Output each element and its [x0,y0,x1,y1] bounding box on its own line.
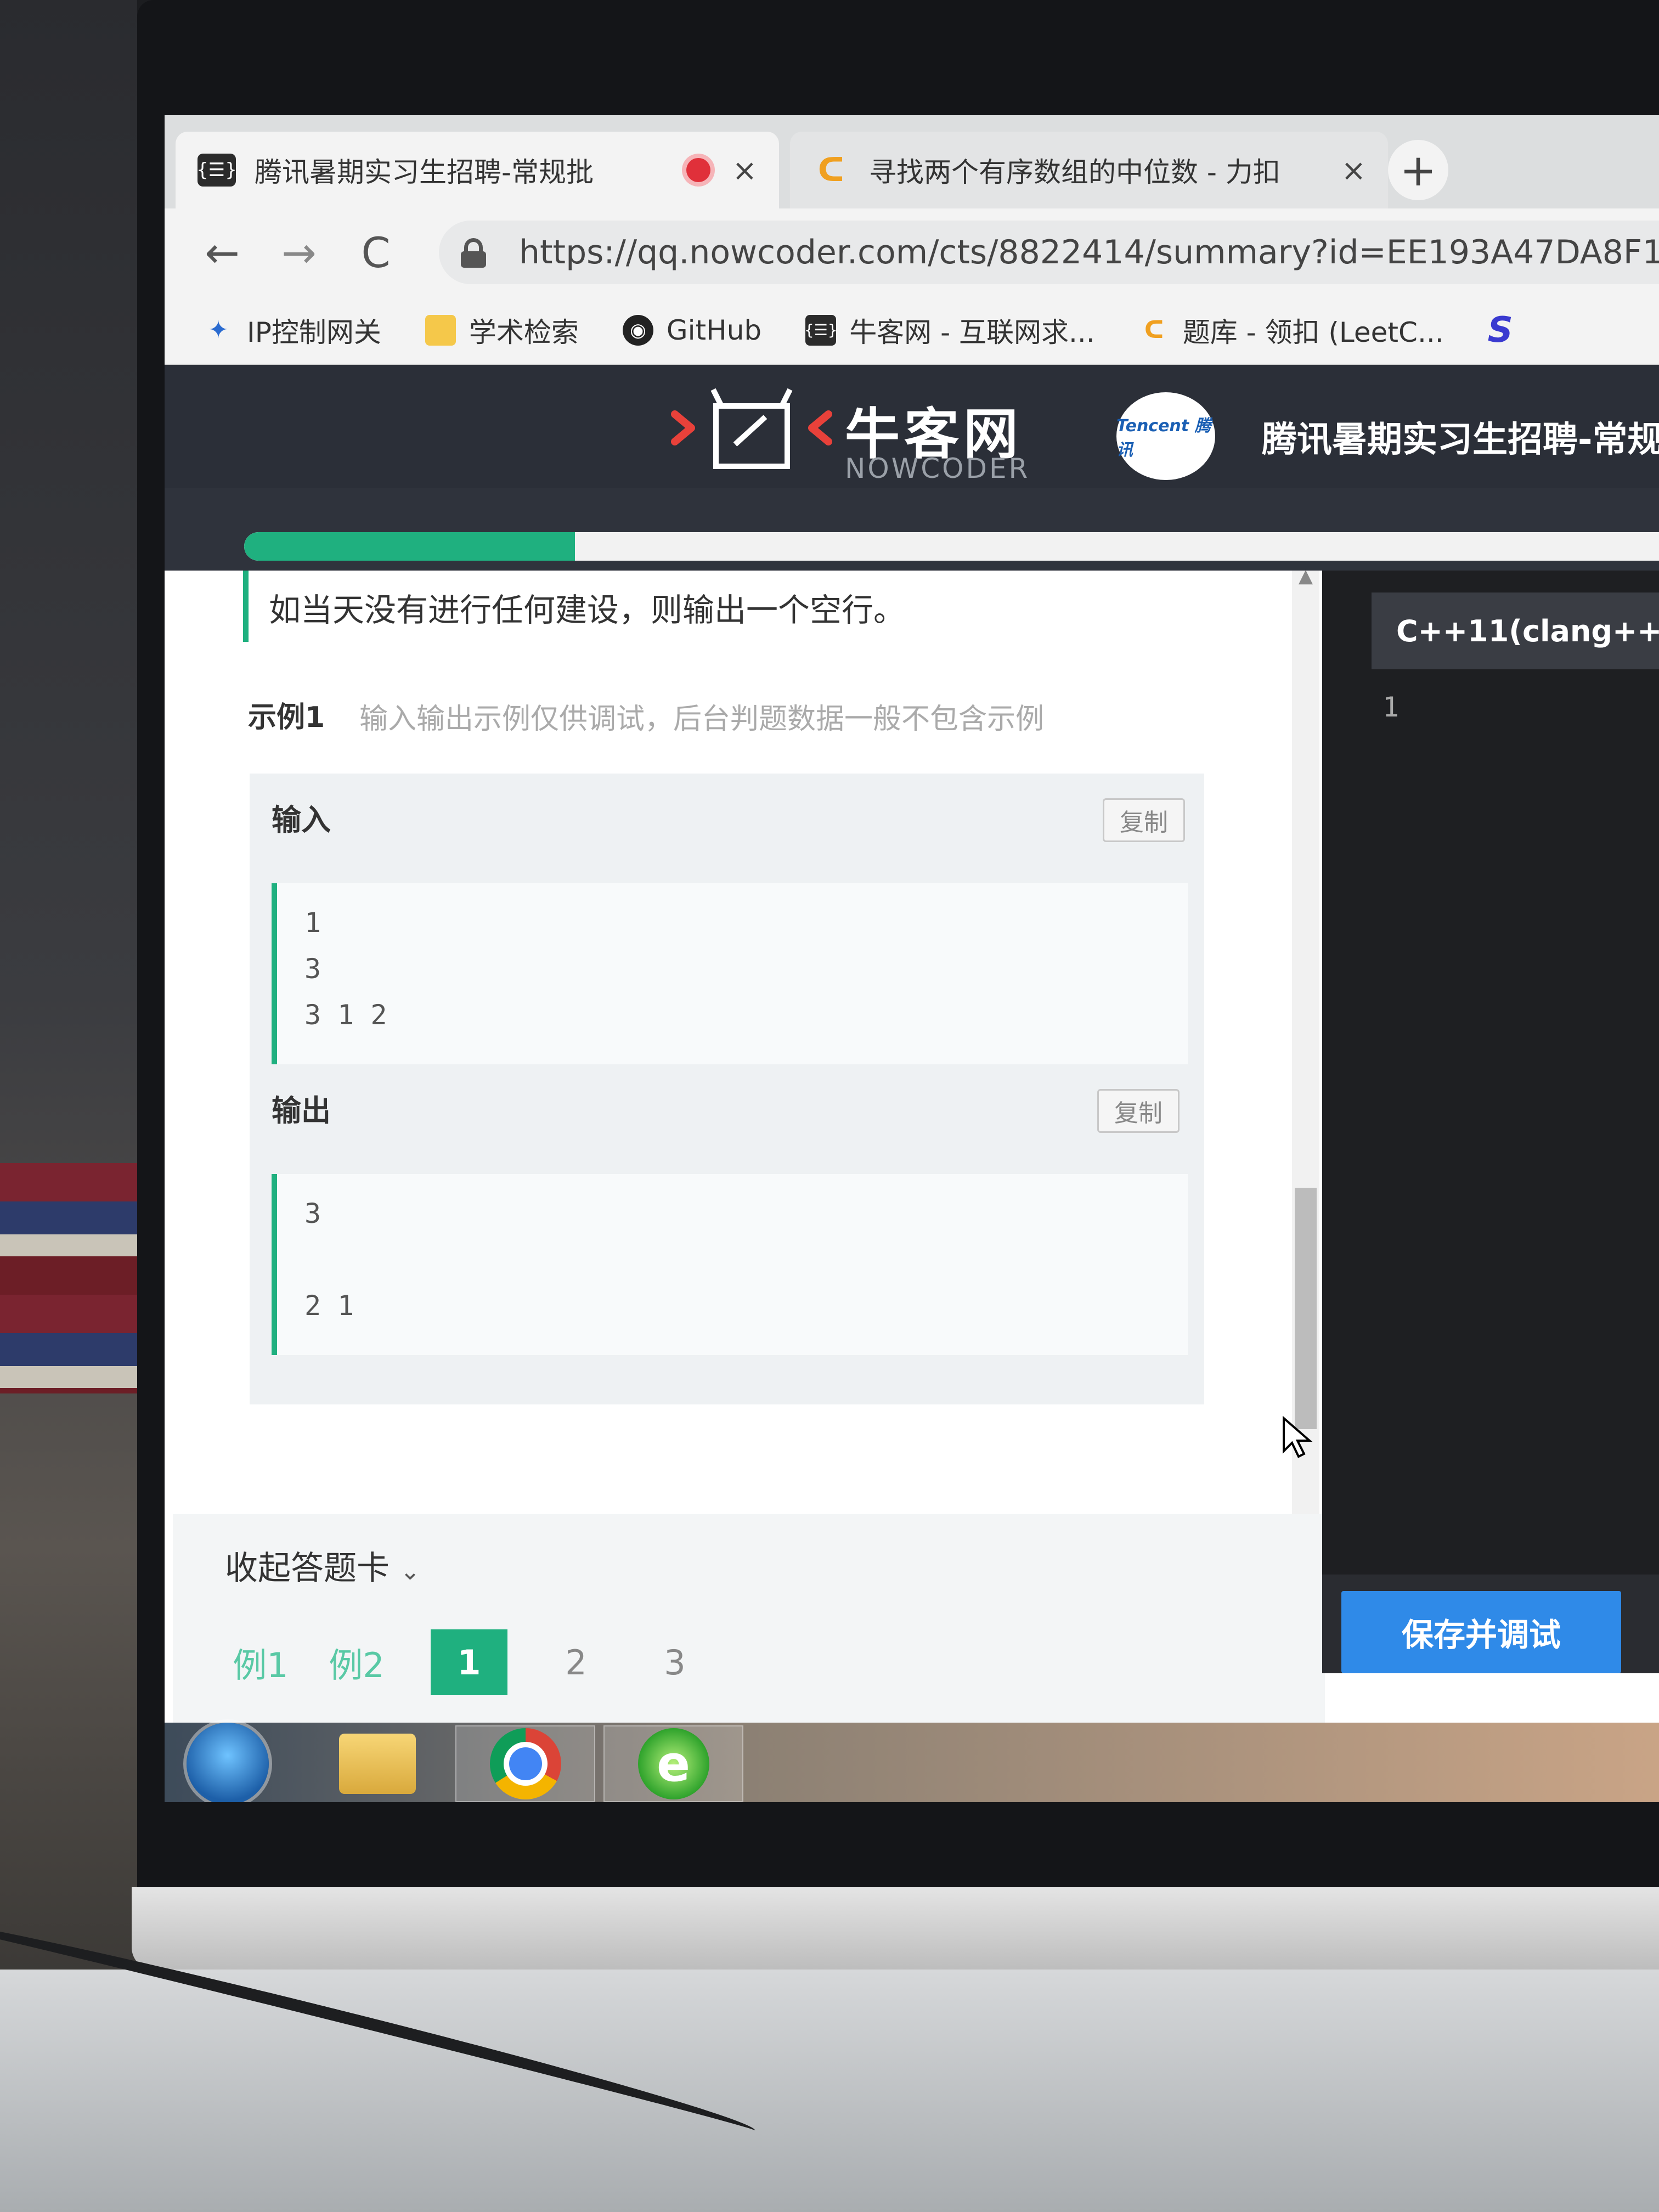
input-code-block: 1 3 3 1 2 [272,883,1188,1064]
forward-icon[interactable]: → [274,228,324,277]
save-and-debug-button[interactable]: 保存并调试 [1341,1591,1621,1673]
bookmark-label: 题库 - 领扣 (LeetC... [1182,316,1444,348]
background-wall [0,0,137,2212]
tab-leetcode[interactable]: ᑕ 寻找两个有序数组的中位数 - 力扣 × [790,132,1388,208]
browser-e-icon: e [637,1728,709,1799]
output-code-block: 3 2 1 [272,1174,1188,1355]
leetcode-icon: ᑕ [817,151,845,189]
bookmark-label: 学术检索 [469,316,579,348]
tab-title: 寻找两个有序数组的中位数 - 力扣 [869,156,1280,188]
scrollbar-thumb[interactable] [1295,1188,1317,1429]
exam-title: 腾讯暑期实习生招聘-常规批 [1262,420,1659,460]
recording-icon [686,158,710,182]
screen: {☰} 腾讯暑期实习生招聘-常规批 × ᑕ 寻找两个有序数组的中位数 - 力扣 … [165,115,1659,1802]
tab-title: 腾讯暑期实习生招聘-常规批 [255,156,594,188]
input-line: 1 [304,907,321,939]
header-divider [165,488,1659,521]
bookmark-academic-search[interactable]: 学术检索 [425,311,579,350]
mouse-cursor-icon [1281,1415,1314,1459]
taskbar-browser-360[interactable]: e [603,1725,743,1802]
code-editor-pane: C++11(clang++ 3.9) 1 保存并调试 [1322,571,1659,1673]
bookmark-leetcode[interactable]: ᑕ 题库 - 领扣 (LeetC... [1139,311,1444,350]
folder-icon [425,314,456,346]
bookmark-label: 牛客网 - 互联网求... [849,316,1095,348]
bookmarks-bar: ✦ IP控制网关 学术检索 ◉ GitHub {☰} 牛客网 - 互联网求...… [165,296,1659,365]
copy-output-button[interactable]: 复制 [1097,1089,1180,1133]
collapse-label: 收起答题卡 [225,1549,390,1588]
input-line: 3 1 2 [304,999,387,1031]
address-bar[interactable]: https://qq.nowcoder.com/cts/8822414/summ… [439,221,1659,284]
site-header: 牛客网 NOWCODER Tencent 腾讯 腾讯暑期实习生招聘-常规批 [165,365,1659,488]
output-line: 2 1 [304,1290,354,1322]
chrome-icon [489,1728,561,1799]
reload-icon[interactable]: C [351,228,400,277]
s-icon: S [1487,309,1513,351]
bookmark-github[interactable]: ◉ GitHub [622,314,762,346]
tab-nowcoder[interactable]: {☰} 腾讯暑期实习生招聘-常规批 × [176,132,779,208]
folder-icon [338,1734,416,1794]
taskbar-explorer[interactable] [307,1725,447,1802]
bookmark-label: IP控制网关 [247,316,381,348]
tencent-logo: Tencent 腾讯 [1116,392,1215,480]
github-icon: ◉ [622,314,653,346]
browser-toolbar: ← → C https://qq.nowcoder.com/cts/882241… [165,208,1659,296]
progress-area [165,521,1659,571]
language-select[interactable]: C++11(clang++ 3.9) [1372,592,1659,669]
input-label: 输入 [272,803,331,837]
monitor-base [132,1887,1659,1970]
windows-taskbar: e [165,1723,1659,1802]
url-text: https://qq.nowcoder.com/cts/8822414/summ… [519,233,1659,272]
collapse-answer-card-button[interactable]: 收起答题卡 ⌄ [225,1542,420,1589]
sample-io-box: 输入 复制 1 3 3 1 2 输出 复制 3 2 1 [250,774,1204,1404]
bookshelf [0,1163,137,1393]
problem-note: 如当天没有进行任何建设，则输出一个空行。 [269,591,906,629]
output-label: 输出 [272,1093,331,1128]
question-pane: 如当天没有进行任何建设，则输出一个空行。 示例1 输入输出示例仅供调试，后台判题… [173,565,1325,1723]
bookmark-ip-gateway[interactable]: ✦ IP控制网关 [203,311,381,350]
progress-fill [244,532,575,561]
example-title: 示例1 [248,701,325,734]
new-tab-button[interactable]: + [1388,140,1448,200]
example-2-link[interactable]: 例2 [321,1629,392,1695]
input-line: 3 [304,953,321,985]
line-number: 1 [1383,691,1400,723]
start-button[interactable] [165,1723,291,1802]
copy-input-button[interactable]: 复制 [1103,798,1185,842]
tab-strip: {☰} 腾讯暑期实习生招聘-常规批 × ᑕ 寻找两个有序数组的中位数 - 力扣 … [165,115,1659,208]
note-accent-bar [243,571,249,642]
example-1-link[interactable]: 例1 [225,1629,296,1695]
answer-card: 收起答题卡 ⌄ 例1 例2 1 2 3 [173,1514,1325,1723]
output-line: 3 [304,1198,321,1229]
bookmark-nowcoder[interactable]: {☰} 牛客网 - 互联网求... [804,311,1095,350]
bookmark-s[interactable]: S [1488,310,1513,351]
nowcoder-logo-icon[interactable] [667,384,837,472]
question-3-button[interactable]: 3 [642,1629,708,1695]
code-editor[interactable] [1415,680,1657,1558]
leetcode-icon: ᑕ [1144,316,1164,344]
example-hint: 输入输出示例仅供调试，后台判题数据一般不包含示例 [359,703,1045,736]
taskbar-chrome[interactable] [455,1725,595,1802]
nowcoder-icon: {☰} [804,314,838,346]
bookmark-label: GitHub [666,314,762,346]
windows-start-icon [187,1723,269,1802]
network-icon: ✦ [208,316,229,344]
logo-subtext: NOWCODER [845,453,1030,484]
scroll-up-icon[interactable]: ▲ [1292,565,1319,592]
close-icon[interactable]: × [1341,153,1366,188]
nowcoder-icon: {☰} [196,154,237,187]
back-icon[interactable]: ← [198,228,247,277]
question-2-button[interactable]: 2 [543,1629,609,1695]
chevron-down-icon: ⌄ [400,1558,420,1585]
close-icon[interactable]: × [732,153,757,188]
question-1-button[interactable]: 1 [431,1629,507,1695]
lock-icon [461,238,486,268]
progress-bar [244,532,1659,561]
editor-footer: 保存并调试 [1322,1575,1659,1673]
